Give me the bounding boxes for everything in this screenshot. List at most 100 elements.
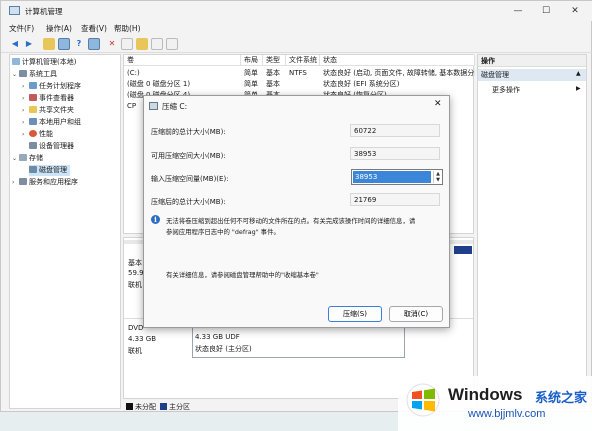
cd-part-status: 状态良好 (主分区)	[195, 345, 252, 353]
clock-icon	[29, 82, 37, 89]
col-status[interactable]: 状态	[320, 55, 475, 66]
chevron-right-icon[interactable]: ›	[22, 117, 29, 128]
console-tree: 计算机管理(本地) ⌄ 系统工具 › 任务计划程序 › 事件查看器 › 共享文件夹 › 本…	[9, 54, 121, 409]
input-label: 输入压缩空间量(MB)(E):	[151, 175, 229, 183]
decrement-icon[interactable]: ▼	[433, 177, 442, 183]
close-icon[interactable]: ✕	[434, 99, 442, 109]
forward-arrow-icon[interactable]: ▶	[23, 38, 35, 50]
table-row[interactable]: (C:) 简单 基本 NTFS 状态良好 (启动, 页面文件, 故障转储, 基本…	[124, 68, 475, 79]
tree-services[interactable]: › 服务和应用程序	[12, 177, 78, 188]
new-icon[interactable]	[121, 38, 133, 50]
chevron-right-icon[interactable]: ›	[22, 105, 29, 116]
collapse-icon[interactable]: ▲	[576, 70, 581, 77]
volume-layout: 简单	[244, 69, 258, 77]
shrink-amount-input[interactable]	[353, 171, 431, 183]
chevron-down-icon[interactable]: ⌄	[12, 69, 19, 80]
col-type[interactable]: 类型	[263, 55, 286, 66]
device-icon	[29, 142, 37, 149]
tree-local-users[interactable]: › 本地用户和组	[22, 117, 81, 128]
legend-unallocated: 未分配	[135, 403, 156, 411]
disk0-status: 联机	[128, 281, 142, 289]
close-button[interactable]: ✕	[564, 4, 586, 18]
info-text-line2: 参阅应用程序日志中的 "defrag" 事件。	[166, 228, 280, 236]
volume-status: 状态良好 (启动, 页面文件, 故障转储, 基本数据分区)	[323, 69, 475, 77]
delete-icon[interactable]: ✕	[106, 38, 118, 50]
table-row[interactable]: (磁盘 0 磁盘分区 1) 简单 基本 状态良好 (EFI 系统分区)	[124, 79, 475, 90]
console-tree-icon[interactable]	[58, 38, 70, 50]
chevron-right-icon[interactable]: ›	[22, 93, 29, 104]
computer-management-icon	[9, 6, 20, 15]
cd-part-size: 4.33 GB UDF	[195, 333, 240, 341]
cancel-button[interactable]: 取消(C)	[389, 306, 443, 322]
volume-fs: NTFS	[289, 69, 307, 77]
col-layout[interactable]: 布局	[241, 55, 263, 66]
tools-icon	[19, 70, 27, 77]
tree-storage[interactable]: ⌄ 存储	[12, 153, 43, 164]
col-volume[interactable]: 卷	[124, 55, 241, 66]
chevron-right-icon[interactable]: ▶	[576, 85, 581, 92]
menu-view[interactable]: 查看(V)	[81, 23, 107, 34]
tree-system-tools[interactable]: ⌄ 系统工具	[12, 69, 57, 80]
minimize-button[interactable]: —	[507, 4, 529, 18]
back-arrow-icon[interactable]: ◀	[9, 38, 21, 50]
more-actions[interactable]: 更多操作	[492, 84, 520, 96]
shared-folder-icon	[29, 106, 37, 113]
actions-section-disk-management[interactable]: 磁盘管理	[478, 69, 586, 81]
cd-size: 4.33 GB	[128, 335, 157, 343]
watermark-brand: Windows	[448, 385, 523, 404]
disk0-label: 基本	[128, 259, 142, 267]
page-icon[interactable]	[151, 38, 163, 50]
dialog-title: 压缩 C:	[162, 102, 188, 111]
shrink-dialog: 压缩 C: ✕ 压缩前的总计大小(MB): 60722 可用压缩空间大小(MB)…	[143, 95, 450, 328]
cd-status: 联机	[128, 347, 142, 355]
tree-task-scheduler[interactable]: › 任务计划程序	[22, 81, 81, 92]
window-title: 计算机管理	[25, 7, 63, 16]
tree-disk-management[interactable]: 磁盘管理	[29, 165, 70, 176]
total-before-value: 60722	[350, 124, 440, 137]
chevron-down-icon[interactable]: ⌄	[12, 153, 19, 164]
help-text: 有关详细信息，请参阅磁盘管理帮助中的"收缩基本卷"	[166, 271, 319, 279]
settings-icon[interactable]	[166, 38, 178, 50]
partition-bar[interactable]	[454, 246, 472, 254]
tree-performance[interactable]: › 性能	[22, 129, 53, 140]
help-icon[interactable]: ?	[73, 38, 85, 50]
tree-shared-folders[interactable]: › 共享文件夹	[22, 105, 74, 116]
folder-up-icon[interactable]	[43, 38, 55, 50]
primary-swatch	[160, 403, 167, 410]
menu-file[interactable]: 文件(F)	[9, 23, 34, 34]
info-text-line1: 无法将卷压缩到超出任何不可移动的文件所在的点。有关完成该操作时间的详细信息，请	[166, 217, 416, 225]
total-before-label: 压缩前的总计大小(MB):	[151, 128, 226, 136]
col-filesystem[interactable]: 文件系统	[286, 55, 320, 66]
tree-device-manager[interactable]: 设备管理器	[29, 141, 74, 152]
available-label: 可用压缩空间大小(MB):	[151, 152, 226, 160]
menu-action[interactable]: 操作(A)	[46, 23, 72, 34]
actions-header: 操作	[478, 55, 586, 67]
watermark-url: www.bjjmlv.com	[468, 408, 546, 420]
storage-icon	[19, 154, 27, 161]
tree-root[interactable]: 计算机管理(本地)	[12, 57, 76, 68]
watermark-brand-cn: 系统之家	[535, 391, 588, 406]
volume-status: 状态良好 (EFI 系统分区)	[323, 80, 400, 88]
shrink-amount-stepper[interactable]: ▲ ▼	[351, 169, 443, 185]
toolbar: ◀ ▶ ? ✕	[1, 35, 592, 53]
volume-type: 基本	[266, 69, 280, 77]
shrink-button[interactable]: 压缩(S)	[328, 306, 382, 322]
volume-type: 基本	[266, 80, 280, 88]
unallocated-swatch	[126, 403, 133, 410]
available-value: 38953	[350, 147, 440, 160]
chevron-right-icon[interactable]: ›	[22, 81, 29, 92]
open-folder-icon[interactable]	[136, 38, 148, 50]
properties-icon[interactable]	[88, 38, 100, 50]
event-icon	[29, 94, 37, 101]
chevron-right-icon[interactable]: ›	[22, 129, 29, 140]
windows-logo-icon	[406, 383, 440, 417]
maximize-button[interactable]: ☐	[535, 4, 557, 18]
users-icon	[29, 118, 37, 125]
disk-icon	[149, 102, 158, 110]
chevron-right-icon[interactable]: ›	[12, 177, 19, 188]
performance-icon	[29, 130, 37, 137]
services-icon	[19, 178, 27, 185]
actions-pane: 操作 磁盘管理 ▲ 更多操作 ▶	[477, 54, 587, 409]
menu-help[interactable]: 帮助(H)	[114, 23, 141, 34]
tree-event-viewer[interactable]: › 事件查看器	[22, 93, 74, 104]
